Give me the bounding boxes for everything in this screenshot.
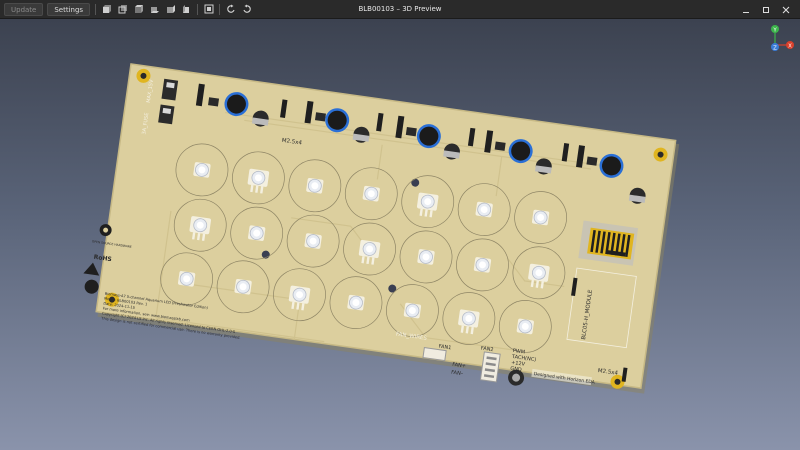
minimize-icon[interactable] <box>738 2 754 18</box>
maximize-icon[interactable] <box>758 2 774 18</box>
rohs-label: RoHS <box>93 254 112 263</box>
axis-y-label: Y <box>772 28 777 34</box>
pcb-board: MAX_15V 3A_FUSE M2.5x4 BLC05-H_MODULE FA… <box>83 63 680 394</box>
esd-icon <box>83 262 100 276</box>
fuse-holder <box>158 104 175 125</box>
toolbar-divider <box>95 3 97 15</box>
axis-x-label: X <box>788 44 792 50</box>
view-right-icon[interactable] <box>181 4 192 15</box>
view-bottom-icon[interactable] <box>149 4 160 15</box>
close-icon[interactable] <box>778 2 794 18</box>
3d-viewport[interactable]: Y Z X MAX_15V 3A_FUSE M2.5x4 BLC05-H_MOD… <box>0 19 800 450</box>
view-front-icon[interactable] <box>101 4 112 15</box>
axis-gizmo[interactable]: Y Z X <box>771 25 794 52</box>
toolbar-divider <box>219 3 221 15</box>
view-iso-icon[interactable] <box>203 4 214 15</box>
fan2-connector <box>479 351 501 383</box>
rotate-cw-icon[interactable] <box>241 4 252 15</box>
view-left-icon[interactable] <box>165 4 176 15</box>
weee-icon <box>84 279 99 294</box>
rotate-ccw-icon[interactable] <box>225 4 236 15</box>
update-button[interactable]: Update <box>4 2 44 16</box>
fan-minus-label: FAN– <box>451 370 464 378</box>
fan-plus-label: FAN+ <box>452 362 466 370</box>
titlebar: Update Settings BLB00103 – 3D Preview <box>0 0 800 19</box>
toolbar-divider <box>197 3 199 15</box>
view-back-icon[interactable] <box>117 4 128 15</box>
board-render: Y Z X MAX_15V 3A_FUSE M2.5x4 BLC05-H_MOD… <box>83 25 794 394</box>
settings-button[interactable]: Settings <box>47 2 91 16</box>
axis-z-label: Z <box>773 46 777 52</box>
view-top-icon[interactable] <box>133 4 144 15</box>
power-connector <box>161 78 179 101</box>
